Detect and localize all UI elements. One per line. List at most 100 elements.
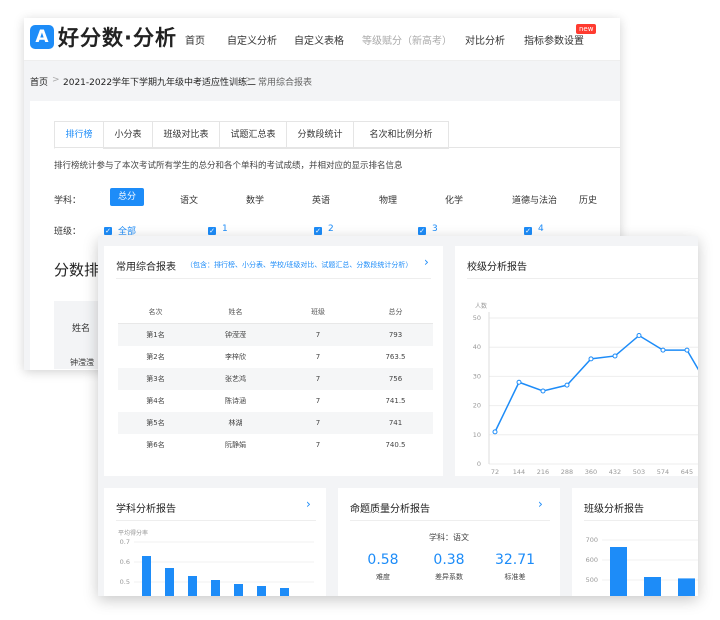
class-cell: 7 xyxy=(278,412,358,434)
variation-label: 差异系数 xyxy=(435,573,463,581)
question-report-card[interactable]: 命题质量分析报告 › 学科：语文 0.58 难度 0.38 差异系数 32.71… xyxy=(338,488,560,596)
tab-small-score[interactable]: 小分表 xyxy=(103,121,153,149)
front-window: 常用综合报表 （包含：排行榜、小分表、学校/班级对比、试题汇总、分数段统计分析）… xyxy=(98,236,698,596)
line-point xyxy=(660,347,666,353)
table-row: 第3名 张艺鸿 7 756 xyxy=(118,368,433,390)
rank-cell: 第1名 xyxy=(118,323,193,346)
breadcrumb: 首页 > 2021-2022学年下学期九年级中考适应性训练二 > 常用综合报表 xyxy=(24,61,620,99)
tab-score-segment[interactable]: 分数段统计 xyxy=(286,121,354,149)
chevron-right-icon[interactable]: › xyxy=(306,497,311,511)
stddev-value: 32.71 xyxy=(494,552,536,568)
stddev-label: 标准差 xyxy=(504,573,526,581)
subject-morality[interactable]: 道德与法治 xyxy=(512,193,557,206)
score-cell: 793 xyxy=(358,323,433,346)
tab-ranking[interactable]: 排行榜 xyxy=(54,121,104,149)
line-series xyxy=(494,334,698,433)
class-4[interactable]: 4 xyxy=(538,224,544,234)
report-card[interactable]: 常用综合报表 （包含：排行榜、小分表、学校/班级对比、试题汇总、分数段统计分析）… xyxy=(104,246,443,476)
rank-cell: 第3名 xyxy=(118,368,193,390)
nav-grade-scoring[interactable]: 等级赋分（新高考） xyxy=(362,32,452,47)
class-card-title: 班级分析报告 xyxy=(584,504,644,515)
ranking-description: 排行榜统计参与了本次考试所有学生的总分和各个单科的考试成绩，并相对应的显示排名信… xyxy=(54,161,403,171)
col-header-total: 总分 xyxy=(358,301,433,324)
bar xyxy=(280,588,289,596)
line-point xyxy=(636,333,642,339)
subject-chemistry[interactable]: 化学 xyxy=(445,193,463,206)
school-report-card[interactable]: 校级分析报告 0 10 20 30 40 50 72 144 216 288 360 432 503 5… xyxy=(455,246,698,476)
tab-class-compare[interactable]: 班级对比表 xyxy=(152,121,220,149)
nav-indicator-settings[interactable]: 指标参数设置 xyxy=(524,32,584,47)
checkbox-icon[interactable]: ✓ xyxy=(314,227,322,235)
table-row: 第2名 李梓欣 7 763.5 xyxy=(118,346,433,368)
subject-card-title: 学科分析报告 xyxy=(116,504,176,515)
y-tick-label: 10 xyxy=(473,431,481,439)
new-badge: new xyxy=(576,24,597,34)
rank-cell: 第5名 xyxy=(118,412,193,434)
subject-english[interactable]: 英语 xyxy=(312,193,330,206)
rank-cell: 第2名 xyxy=(146,353,165,361)
breadcrumb-current: 常用综合报表 xyxy=(258,78,313,88)
col-header-rank: 名次 xyxy=(118,301,193,324)
question-card-title: 命题质量分析报告 xyxy=(350,504,430,515)
y-tick-label: 30 xyxy=(473,372,481,380)
class-cell: 7 xyxy=(315,397,321,405)
variation-value: 0.38 xyxy=(433,552,465,568)
checkbox-icon[interactable]: ✓ xyxy=(418,227,426,235)
x-tick-label: 503 xyxy=(633,468,645,476)
checkbox-icon[interactable]: ✓ xyxy=(208,227,216,235)
difficulty-value: 0.58 xyxy=(367,552,399,568)
breadcrumb-exam[interactable]: 2021-2022学年下学期九年级中考适应性训练二 xyxy=(63,75,256,88)
nav-custom-analysis[interactable]: 自定义分析 xyxy=(227,32,277,47)
class-1[interactable]: 1 xyxy=(222,224,228,234)
card-divider xyxy=(467,278,698,279)
subject-report-card[interactable]: 学科分析报告 › 平均得分率 0.4 0.5 0.6 0.7 xyxy=(104,488,326,596)
class-3[interactable]: 3 xyxy=(432,224,438,234)
tab-question-summary[interactable]: 试题汇总表 xyxy=(219,121,287,149)
rank-cell: 第4名 xyxy=(146,397,165,405)
breadcrumb-home[interactable]: 首页 xyxy=(30,75,48,88)
subject-physics[interactable]: 物理 xyxy=(379,193,397,206)
difficulty-label: 难度 xyxy=(376,573,390,581)
class-2[interactable]: 2 xyxy=(328,224,334,234)
tab-rank-ratio[interactable]: 名次和比例分析 xyxy=(353,121,449,149)
report-card-title: 常用综合报表 xyxy=(116,262,176,273)
app-logo-text: 好分数·分析 xyxy=(58,26,177,50)
name-cell: 张艺鸿 xyxy=(193,368,278,390)
school-line-chart: 0 10 20 30 40 50 72 144 216 288 360 432 503 574 645 人… xyxy=(473,302,698,476)
subject-chinese[interactable]: 语文 xyxy=(180,193,198,206)
card-divider xyxy=(116,520,316,521)
subject-total[interactable]: 总分 xyxy=(110,188,144,206)
y-axis-label: 平均得分率 xyxy=(118,529,148,537)
checkbox-icon[interactable]: ✓ xyxy=(104,227,112,235)
card-divider xyxy=(350,520,550,521)
nav-custom-table[interactable]: 自定义表格 xyxy=(294,32,344,47)
class-bar-chart: 400500600700 xyxy=(586,536,698,596)
chevron-right-icon[interactable]: › xyxy=(424,255,429,269)
card-divider xyxy=(116,278,431,279)
breadcrumb-sep-icon: > xyxy=(245,75,253,85)
line-point xyxy=(612,353,618,359)
x-tick-label: 216 xyxy=(537,468,549,476)
tab-divider xyxy=(54,147,620,148)
bar xyxy=(165,568,174,596)
nav-home[interactable]: 首页 xyxy=(185,32,205,47)
checkbox-icon[interactable]: ✓ xyxy=(524,227,532,235)
logo-icon: A xyxy=(30,25,54,49)
score-cell: 741.5 xyxy=(385,397,406,405)
class-report-card[interactable]: 班级分析报告 400 500 600 700 xyxy=(572,488,698,596)
bar xyxy=(257,586,266,596)
name-cell: 钟滢滢 xyxy=(193,323,278,346)
nav-compare[interactable]: 对比分析 xyxy=(465,32,505,47)
breadcrumb-sep-icon: > xyxy=(52,75,60,85)
school-card-title: 校级分析报告 xyxy=(467,262,527,273)
score-cell: 756 xyxy=(358,368,433,390)
report-card-subtitle: （包含：排行榜、小分表、学校/班级对比、试题汇总、分数段统计分析） xyxy=(186,261,413,269)
subject-history[interactable]: 历史 xyxy=(579,193,597,206)
subject-math[interactable]: 数学 xyxy=(246,193,264,206)
chevron-right-icon[interactable]: › xyxy=(538,497,543,511)
line-point xyxy=(564,382,570,388)
col-header-name: 姓名 xyxy=(193,301,278,324)
table-row: 第1名 钟滢滢 7 793 xyxy=(118,323,433,346)
class-cell: 7 xyxy=(315,353,321,361)
class-cell: 7 xyxy=(278,368,358,390)
